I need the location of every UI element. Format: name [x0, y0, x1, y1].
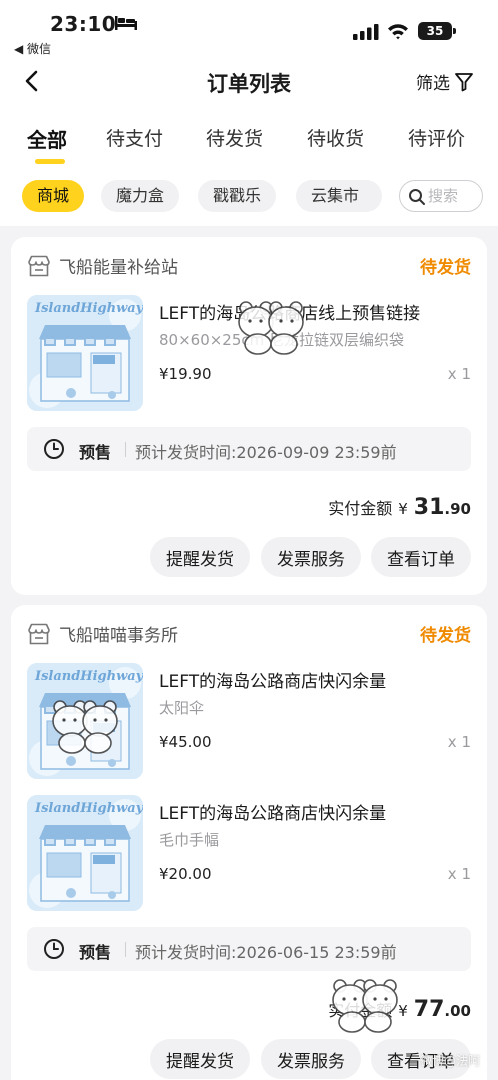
tab-pending-payment[interactable]: 待支付 [106, 124, 163, 151]
estimated-ship-time: 预计发货时间:2026-09-09 23:59前 [135, 443, 397, 462]
order-status-badge: 待发货 [420, 258, 471, 278]
product-price: ¥45.00 [159, 733, 212, 751]
order-actions: 提醒发货 发票服务 查看订单 [11, 537, 487, 579]
category-chips: 商城 魔力盒 戳戳乐 云集市 [0, 170, 498, 226]
product-spec: 毛巾手幅 [159, 831, 220, 849]
presale-info: 预售 预计发货时间:2026-09-09 23:59前 [27, 427, 471, 471]
active-tab-indicator [35, 159, 65, 164]
store-header[interactable]: 飞船喵喵事务所 [27, 621, 178, 646]
product-quantity: x 1 [447, 365, 471, 383]
clock-icon [44, 439, 64, 459]
order-status-badge: 待发货 [420, 626, 471, 646]
thumbnail-logo-text: IslandHighway [35, 669, 143, 684]
invoice-service-button[interactable]: 发票服务 [261, 1039, 361, 1079]
clock-icon [44, 939, 64, 959]
order-card[interactable]: 飞船能量补给站 待发货 IslandHighway LEFT的海岛公路商店线上预… [11, 237, 487, 595]
total-label: 实付金额 [328, 499, 393, 518]
order-item[interactable]: IslandHighway LEFT的海岛公路商店快闪余量 毛巾手幅 ¥20.0… [27, 795, 471, 915]
total-integer: 31 [413, 495, 445, 520]
presale-tag: 预售 [79, 443, 112, 462]
nav-bar: 订单列表 筛选 [0, 56, 498, 108]
view-order-button[interactable]: 查看订单 [371, 537, 471, 577]
tab-pending-receipt[interactable]: 待收货 [307, 124, 364, 151]
remind-shipment-button[interactable]: 提醒发货 [150, 1039, 250, 1079]
presale-info: 预售 预计发货时间:2026-06-15 23:59前 [27, 927, 471, 971]
product-thumbnail: IslandHighway [27, 795, 143, 911]
chip-mall[interactable]: 商城 [22, 180, 85, 212]
search-input[interactable] [428, 185, 480, 207]
product-price: ¥19.90 [159, 365, 212, 383]
watermark-text: 微博@法阿 [420, 1054, 481, 1068]
estimated-ship-time: 预计发货时间:2026-06-15 23:59前 [135, 943, 397, 962]
total-amount: 77.00 [414, 997, 471, 1022]
thumbnail-logo-text: IslandHighway [35, 801, 143, 816]
battery-indicator: 35 [418, 22, 456, 40]
product-spec: 太阳伞 [159, 699, 205, 717]
bear-watermark-icon [332, 979, 398, 1033]
order-status-tabs: 全部 待支付 待发货 待收货 待评价 [0, 108, 498, 170]
sleep-mode-icon [115, 16, 137, 30]
back-to-wechat-link[interactable]: ◀ 微信 [14, 40, 51, 57]
funnel-icon [455, 72, 473, 91]
status-time: 23:10 [50, 12, 117, 36]
presale-divider [125, 942, 126, 957]
total-decimal: .90 [444, 500, 471, 518]
product-price: ¥20.00 [159, 865, 212, 883]
thumbnail-logo-text: IslandHighway [35, 301, 143, 316]
total-amount: 31.90 [414, 495, 471, 520]
wifi-icon [388, 24, 408, 40]
total-decimal: .00 [444, 1002, 471, 1020]
invoice-service-button[interactable]: 发票服务 [261, 537, 361, 577]
product-thumbnail: IslandHighway [27, 295, 143, 411]
search-icon [409, 189, 425, 205]
bear-watermark-icon [238, 301, 304, 355]
tab-all[interactable]: 全部 [27, 124, 67, 153]
product-title: LEFT的海岛公路商店快闪余量 [159, 672, 387, 692]
battery-level: 35 [426, 24, 444, 38]
total-integer: 77 [413, 997, 445, 1022]
bear-watermark-icon [52, 700, 118, 754]
status-bar: 23:10 ◀ 微信 35 [0, 0, 498, 56]
total-currency: ¥ [398, 500, 408, 518]
tab-pending-review[interactable]: 待评价 [408, 124, 465, 151]
cellular-signal-icon [353, 24, 379, 40]
order-total: 实付金额 ¥ 31.90 [328, 495, 471, 520]
order-actions: 提醒发货 发票服务 查看订单 [11, 1039, 487, 1080]
search-box[interactable] [399, 180, 483, 212]
store-name: 飞船喵喵事务所 [59, 626, 178, 646]
chip-magic-box[interactable]: 魔力盒 [101, 180, 180, 212]
chip-cloud-market[interactable]: 云集市 [296, 180, 382, 212]
product-quantity: x 1 [447, 733, 471, 751]
store-icon [28, 255, 50, 276]
order-card[interactable]: 飞船喵喵事务所 待发货 IslandHighway LEFT的海岛公路商店快闪余… [11, 605, 487, 1080]
store-name: 飞船能量补给站 [59, 258, 178, 278]
presale-tag: 预售 [79, 943, 112, 962]
filter-label: 筛选 [416, 74, 450, 94]
product-title: LEFT的海岛公路商店快闪余量 [159, 804, 387, 824]
remind-shipment-button[interactable]: 提醒发货 [150, 537, 250, 577]
product-quantity: x 1 [447, 865, 471, 883]
store-header[interactable]: 飞船能量补给站 [27, 253, 178, 278]
store-icon [28, 623, 50, 644]
tab-pending-shipment[interactable]: 待发货 [206, 124, 263, 151]
presale-divider [125, 442, 126, 457]
filter-button[interactable]: 筛选 [416, 69, 474, 94]
chip-poke-game[interactable]: 戳戳乐 [198, 180, 277, 212]
